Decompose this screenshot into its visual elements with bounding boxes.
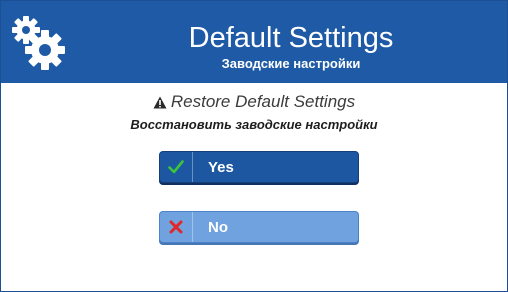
gears-icon bbox=[1, 1, 75, 83]
page-subtitle: Заводские настройки bbox=[221, 56, 361, 71]
header-titles: Default Settings Заводские настройки bbox=[75, 1, 507, 83]
page-title: Default Settings bbox=[188, 22, 394, 54]
no-button[interactable]: No bbox=[159, 211, 359, 243]
checkmark-icon bbox=[160, 152, 193, 182]
restore-prompt: Restore Default Settings bbox=[1, 92, 507, 114]
yes-button-label: Yes bbox=[208, 158, 234, 176]
restore-prompt-translation: Восстановить заводские настройки bbox=[130, 117, 378, 132]
restore-prompt-text: Restore Default Settings bbox=[170, 92, 356, 111]
no-button-label: No bbox=[208, 218, 228, 236]
cross-icon bbox=[160, 212, 193, 242]
header-bar: Default Settings Заводские настройки bbox=[1, 1, 507, 83]
default-settings-screen: Default Settings Заводские настройки Res… bbox=[0, 0, 508, 292]
warning-icon bbox=[153, 94, 167, 114]
yes-button[interactable]: Yes bbox=[159, 151, 359, 183]
